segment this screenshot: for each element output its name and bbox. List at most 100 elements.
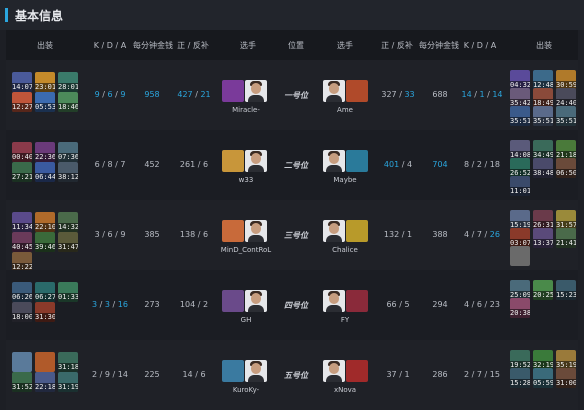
lhdn-right: 66 / 5 xyxy=(386,300,410,309)
kda-left: 3 / 3 / 16 xyxy=(92,300,128,309)
hero-portrait xyxy=(222,360,244,382)
gpm-left: 385 xyxy=(144,230,160,239)
item-timestamp: 05:53 xyxy=(35,103,55,112)
item-icon: 31:52 xyxy=(12,372,32,392)
player-name-left: Miracle- xyxy=(232,106,260,114)
item-icon: 31:18 xyxy=(58,352,78,372)
item-icon: 22:18 xyxy=(35,372,55,392)
lhdn-left: 138 / 6 xyxy=(179,230,209,239)
item-timestamp: 15:23 xyxy=(556,291,576,300)
item-icon: 23:01 xyxy=(35,72,55,92)
lhdn-left: 261 / 6 xyxy=(179,160,209,169)
item-timestamp: 35:51 xyxy=(533,117,553,126)
position-label: 三号位 xyxy=(284,231,308,240)
item-icon: 18:46 xyxy=(58,92,78,112)
item-icon: 01:33 xyxy=(58,282,78,302)
gpm-right: 688 xyxy=(432,90,448,99)
item-icon: 06:26 xyxy=(12,282,32,302)
item-timestamp: 13:37 xyxy=(533,239,553,248)
gpm-right: 704 xyxy=(432,160,448,169)
item-timestamp: 35:51 xyxy=(510,117,530,126)
kda-left: 6 / 8 / 7 xyxy=(94,160,126,169)
item-timestamp: 06:26 xyxy=(12,293,32,302)
kda-left: 3 / 6 / 9 xyxy=(94,230,126,239)
player-photo xyxy=(323,80,345,102)
item-timestamp: 39:46 xyxy=(35,243,55,252)
item-timestamp: 40:45 xyxy=(12,243,32,252)
item-icon: 14:32 xyxy=(58,212,78,232)
item-icon: 35:51 xyxy=(556,106,576,126)
item-timestamp: 28:01 xyxy=(58,83,78,92)
position-label: 四号位 xyxy=(284,301,308,310)
item-timestamp: 15:28 xyxy=(510,379,530,388)
item-icon: 31:57 xyxy=(556,210,576,230)
player-photo xyxy=(245,80,267,102)
item-icon: 30:59 xyxy=(556,70,576,90)
player-photo xyxy=(245,290,267,312)
kda-right: 4 / 7 / 26 xyxy=(464,230,500,239)
item-timestamp: 31:19 xyxy=(58,383,78,392)
lhdn-right: 37 / 1 xyxy=(386,370,410,379)
kda-left: 9 / 6 / 9 xyxy=(94,90,126,99)
item-icon: 39:46 xyxy=(35,232,55,252)
gpm-left: 958 xyxy=(144,90,160,99)
item-timestamp: 11:01 xyxy=(510,187,530,196)
item-timestamp: 31:18 xyxy=(58,363,78,372)
section-title: 基本信息 xyxy=(15,9,64,23)
player-name-right: xNova xyxy=(333,386,357,394)
item-icon: 11:01 xyxy=(510,176,530,196)
player-name-right: FY xyxy=(340,316,350,324)
item-timestamp: 11:34 xyxy=(12,223,32,232)
item-icon: 06:44 xyxy=(35,162,55,182)
item-icon: 12:27 xyxy=(12,92,32,112)
item-icon: 14:08 xyxy=(510,140,530,160)
item-icon: 06:50 xyxy=(556,158,576,178)
header-accent-bar xyxy=(5,8,8,22)
item-timestamp: 01:33 xyxy=(58,293,78,302)
item-timestamp: 22:10 xyxy=(35,223,55,232)
item-timestamp: 14:07 xyxy=(12,83,32,92)
item-icon: 15:19 xyxy=(510,210,530,230)
item-timestamp: 31:47 xyxy=(58,243,78,252)
item-icon: 22:36 xyxy=(35,142,55,162)
item-icon: 40:45 xyxy=(12,232,32,252)
player-name-left: w33 xyxy=(238,176,254,184)
hero-portrait xyxy=(222,150,244,172)
gpm-right: 286 xyxy=(432,370,448,379)
item-icon: 31:00 xyxy=(556,368,576,388)
item-icon: 15:28 xyxy=(510,368,530,388)
item-icon: 05:53 xyxy=(35,92,55,112)
player-photo xyxy=(245,360,267,382)
item-icon: 35:19 xyxy=(556,350,576,370)
player-photo xyxy=(323,220,345,242)
item-timestamp: 23:01 xyxy=(35,83,55,92)
lhdn-left: 427 / 21 xyxy=(177,90,211,99)
item-icon: 21:18 xyxy=(556,140,576,160)
item-timestamp: 31:52 xyxy=(12,383,32,392)
item-icon: 24:40 xyxy=(556,88,576,108)
item-icon: 22:10 xyxy=(35,212,55,232)
item-icon: 13:37 xyxy=(533,228,553,248)
position-label: 二号位 xyxy=(284,161,308,170)
item-icon: 32:19 xyxy=(533,350,553,370)
item-timestamp: 27:21 xyxy=(12,173,32,182)
player-photo xyxy=(323,360,345,382)
lhdn-right: 401 / 4 xyxy=(383,160,413,169)
col-items-right: 出装 xyxy=(536,41,552,50)
item-timestamp: 35:51 xyxy=(556,117,576,126)
item-timestamp: 05:59 xyxy=(533,379,553,388)
hero-portrait xyxy=(346,360,368,382)
player-name-left: KuroKy- xyxy=(232,386,260,394)
item-timestamp: 06:44 xyxy=(35,173,55,182)
item-timestamp: 14:32 xyxy=(58,223,78,232)
item-timestamp: 20:38 xyxy=(510,309,530,318)
item-timestamp: 12:27 xyxy=(12,103,32,112)
item-icon: 31:30 xyxy=(35,302,55,322)
kda-left: 2 / 9 / 14 xyxy=(92,370,128,379)
lhdn-right: 327 / 33 xyxy=(381,90,415,99)
item-icon: 06:27 xyxy=(35,282,55,302)
player-name-right: Ame xyxy=(337,106,353,114)
item-icon: 12:22 xyxy=(12,252,32,272)
kda-right: 4 / 6 / 23 xyxy=(464,300,500,309)
player-photo xyxy=(245,150,267,172)
